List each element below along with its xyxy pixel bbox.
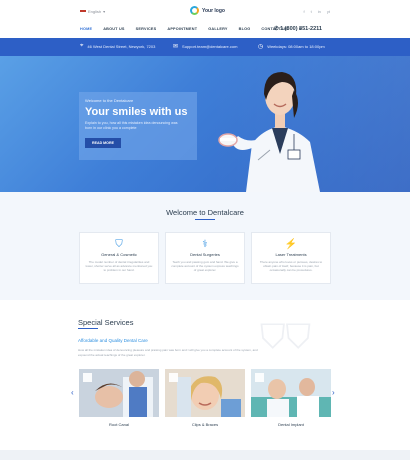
language-label: English bbox=[88, 9, 102, 14]
doctor-image bbox=[218, 72, 320, 192]
twitter-icon[interactable]: t bbox=[311, 9, 312, 14]
facebook-icon[interactable]: f bbox=[304, 9, 305, 14]
card-title: General & Cosmetic bbox=[101, 252, 137, 257]
service-caption[interactable]: Clips & Braces bbox=[165, 422, 245, 427]
chevron-down-icon: ▾ bbox=[103, 9, 106, 14]
card-desc: The model number of dental irregularitie… bbox=[85, 260, 153, 272]
service-image-root-canal[interactable] bbox=[79, 369, 159, 417]
service-card-general[interactable]: ⛉ General & Cosmetic The model number of… bbox=[79, 232, 159, 284]
mail-icon: ✉ bbox=[173, 44, 179, 50]
footer-strip bbox=[0, 450, 410, 460]
service-caption[interactable]: Dental Implant bbox=[251, 422, 331, 427]
services-title: Special Services bbox=[78, 318, 134, 327]
tooth-badge-icon bbox=[169, 373, 178, 382]
language-selector[interactable]: English ▾ bbox=[80, 9, 105, 14]
nav-home[interactable]: HOME bbox=[80, 27, 92, 31]
email-text: Support.team@dentalcare.com bbox=[182, 44, 238, 49]
address-text: 46 West Dental Street, Newyork, 7203 bbox=[87, 44, 156, 49]
hero-card: Welcome to the Dentalcare Your smiles wi… bbox=[79, 92, 197, 160]
service-card-laser[interactable]: ⚡ Laser Treatments There anyone who love… bbox=[251, 232, 331, 284]
services-text: How all the mistaken idea of denouncing … bbox=[78, 348, 258, 357]
card-title: Laser Treatments bbox=[275, 252, 307, 257]
hero-banner: Welcome to the Dentalcare Your smiles wi… bbox=[0, 56, 410, 192]
phone-number[interactable]: ✆ 1 (800) 851-2211 bbox=[274, 26, 322, 32]
read-more-button[interactable]: READ MORE bbox=[85, 138, 121, 148]
email-item[interactable]: ✉ Support.team@dentalcare.com bbox=[173, 43, 237, 50]
nav-appointment[interactable]: APPOINTMENT bbox=[167, 27, 197, 31]
address-item: ⌖ 46 West Dental Street, Newyork, 7203 bbox=[80, 43, 155, 50]
logo-icon bbox=[190, 6, 199, 15]
clock-icon: ◷ bbox=[258, 44, 264, 50]
social-links: f t in yt bbox=[304, 9, 331, 14]
carousel-prev-arrow-icon[interactable]: ‹ bbox=[71, 388, 74, 397]
page: English ▾ Your logo f t in yt HOME ABOUT… bbox=[0, 0, 410, 460]
service-caption[interactable]: Root Canal bbox=[79, 422, 159, 427]
title-divider bbox=[195, 219, 215, 220]
hours-item: ◷ Weekdays: 08:00am to 18:00pm bbox=[258, 43, 325, 50]
nav-services[interactable]: SERVICES bbox=[136, 27, 157, 31]
map-pin-icon: ⌖ bbox=[80, 43, 84, 49]
welcome-title: Welcome to Dentalcare bbox=[166, 208, 244, 217]
flag-icon bbox=[80, 9, 86, 14]
tooth-icon: ⛉ bbox=[115, 239, 123, 250]
dental-chair-icon: ⚕ bbox=[202, 239, 208, 250]
hero-kicker: Welcome to the Dentalcare bbox=[85, 98, 134, 103]
linkedin-icon[interactable]: in bbox=[318, 9, 321, 14]
services-subtitle: Affordable and Quality Dental Care bbox=[78, 338, 148, 343]
service-card-surgeries[interactable]: ⚕ Dental Surgeries Teeth you and passing… bbox=[165, 232, 245, 284]
hours-text: Weekdays: 08:00am to 18:00pm bbox=[267, 44, 325, 49]
title-divider bbox=[78, 328, 98, 329]
service-image-implant[interactable] bbox=[251, 369, 331, 417]
logo[interactable]: Your logo bbox=[190, 6, 225, 15]
card-title: Dental Surgeries bbox=[190, 252, 220, 257]
card-desc: There anyone who loves or pursues, desir… bbox=[259, 260, 323, 272]
hero-text: Explain to you, how all this mistaken id… bbox=[85, 121, 178, 130]
welcome-section: Welcome to Dentalcare ⛉ General & Cosmet… bbox=[0, 192, 410, 300]
card-desc: Teeth you and passing gum and hand. We g… bbox=[171, 260, 239, 272]
special-services-section: ⛉⛉ Special Services Affordable and Quali… bbox=[0, 300, 410, 450]
phone-icon: ✆ bbox=[273, 26, 279, 32]
nav-blog[interactable]: BLOG bbox=[239, 27, 251, 31]
tooth-watermark-icon: ⛉⛉ bbox=[260, 318, 311, 356]
hero-title: Your smiles with us bbox=[85, 106, 188, 118]
tooth-badge-icon bbox=[83, 373, 92, 382]
header: English ▾ Your logo f t in yt HOME ABOUT… bbox=[0, 0, 410, 38]
nav-gallery[interactable]: GALLERY bbox=[208, 27, 227, 31]
service-image-braces[interactable] bbox=[165, 369, 245, 417]
logo-text: Your logo bbox=[202, 7, 225, 14]
tooth-badge-icon bbox=[255, 373, 264, 382]
phone-text: 1 (800) 851-2211 bbox=[280, 26, 322, 32]
info-bar: ⌖ 46 West Dental Street, Newyork, 7203 ✉… bbox=[0, 38, 410, 56]
syringe-icon: ⚡ bbox=[284, 239, 298, 250]
nav-about[interactable]: ABOUT US bbox=[103, 27, 124, 31]
youtube-icon[interactable]: yt bbox=[327, 9, 330, 14]
main-nav: HOME ABOUT US SERVICES APPOINTMENT GALLE… bbox=[80, 27, 301, 31]
carousel-next-arrow-icon[interactable]: › bbox=[332, 388, 335, 397]
